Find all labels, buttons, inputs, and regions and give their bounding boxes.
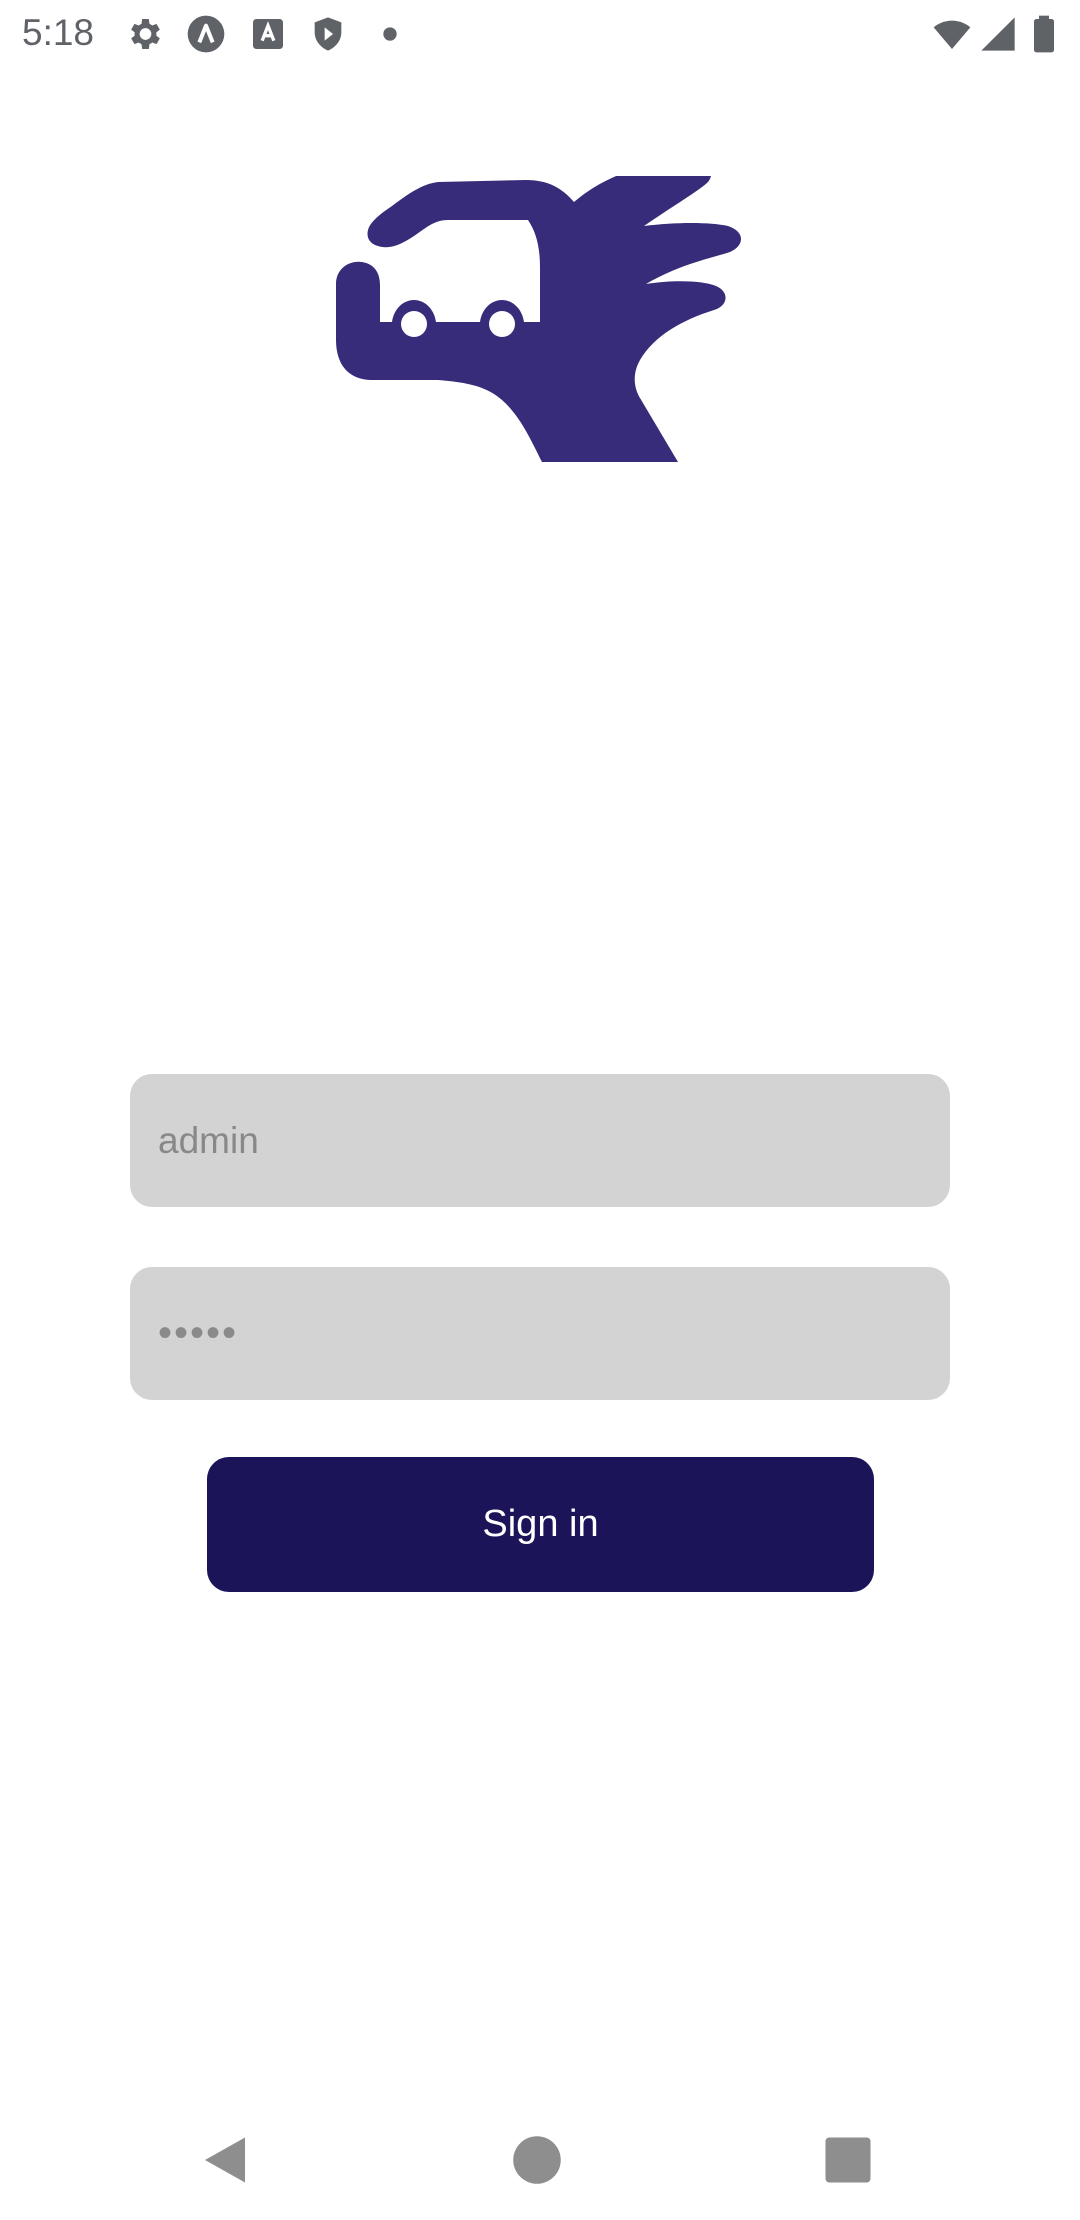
sign-in-button[interactable]: Sign in — [207, 1457, 874, 1592]
password-value: ••••• — [158, 1311, 239, 1355]
a-circle-icon — [186, 14, 226, 54]
battery-icon — [1024, 14, 1064, 54]
username-field[interactable]: admin — [130, 1074, 950, 1207]
login-screen: 5:18 admin ••••• Sign in — [0, 0, 1080, 2220]
dot-icon — [370, 14, 410, 54]
signal-icon — [978, 14, 1018, 54]
username-value: admin — [158, 1119, 259, 1161]
recents-icon[interactable] — [818, 2130, 878, 2190]
sign-in-label: Sign in — [482, 1503, 599, 1545]
home-icon[interactable] — [507, 2130, 567, 2190]
status-bar: 5:18 — [0, 0, 1080, 66]
back-icon[interactable] — [195, 2130, 255, 2190]
gear-icon — [124, 14, 164, 54]
a-box-icon — [248, 14, 288, 54]
system-nav-bar — [0, 2100, 1080, 2220]
status-time: 5:18 — [22, 12, 95, 53]
password-field[interactable]: ••••• — [130, 1267, 950, 1400]
wifi-icon — [932, 14, 972, 54]
hand-car-logo-icon — [336, 176, 741, 462]
shield-play-icon — [308, 14, 348, 54]
app-logo — [330, 176, 770, 516]
